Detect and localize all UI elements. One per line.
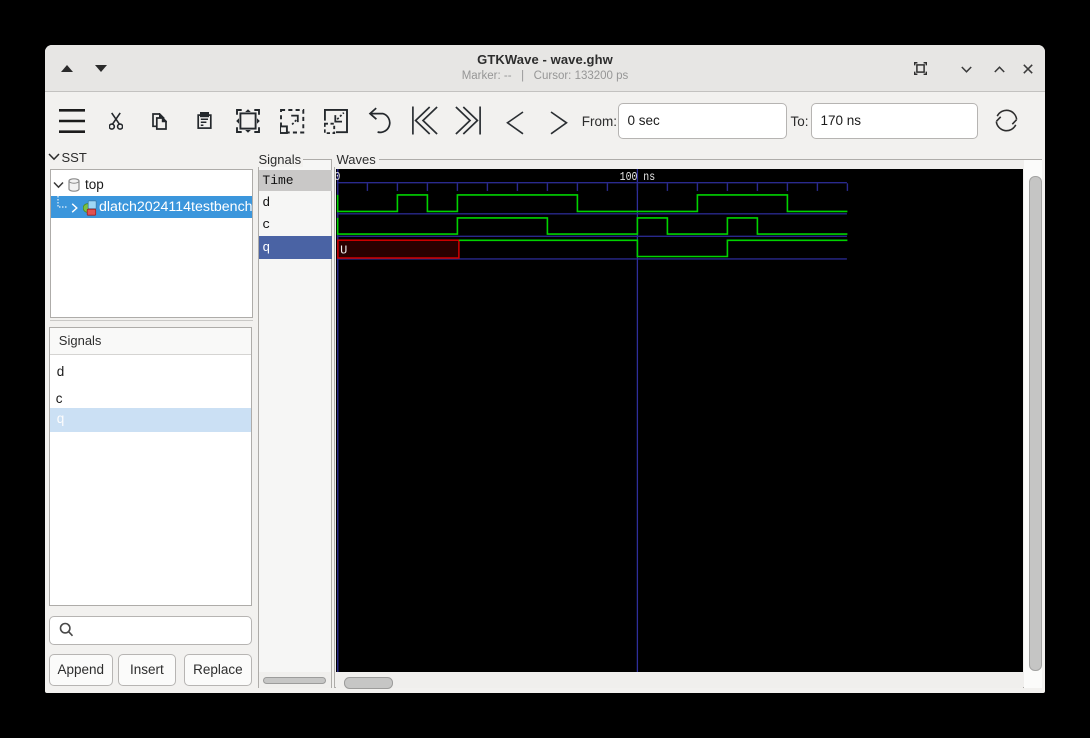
svg-text:0: 0 xyxy=(336,170,340,184)
svg-text:U: U xyxy=(340,243,347,257)
svg-text:100 ns: 100 ns xyxy=(619,170,655,184)
